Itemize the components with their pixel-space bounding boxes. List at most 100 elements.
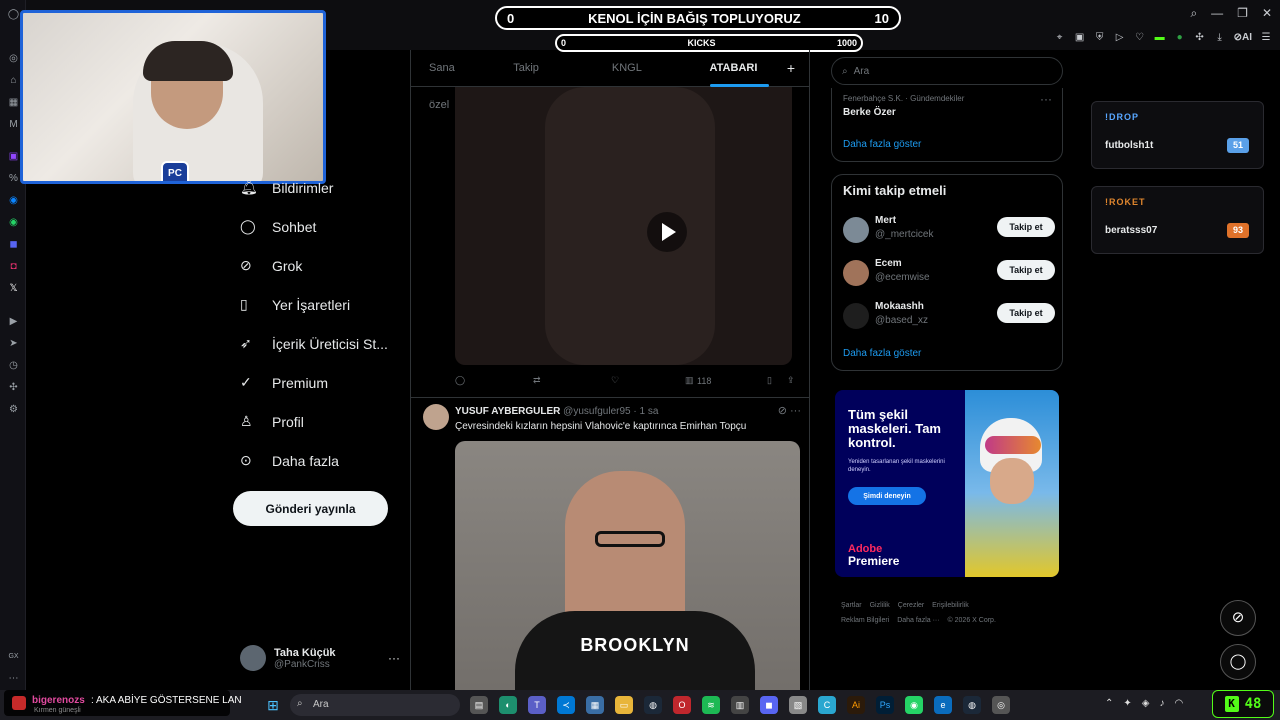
post-video[interactable]: BROOKLYN: [455, 441, 800, 720]
more-dots-icon[interactable]: ···: [790, 405, 801, 417]
play-icon[interactable]: [647, 212, 687, 252]
spotify-icon[interactable]: ≋: [702, 696, 720, 714]
nav-chat[interactable]: ◯ Sohbet: [232, 207, 402, 246]
nav-notifications[interactable]: 🔔︎ Bildirimler: [232, 168, 402, 207]
messenger-m-icon[interactable]: M: [7, 118, 20, 131]
discord-icon[interactable]: ◼: [7, 238, 20, 251]
puzzle-icon[interactable]: ✣: [1194, 32, 1206, 44]
minimize-icon[interactable]: —: [1211, 6, 1223, 21]
play-icon[interactable]: ▷: [1114, 32, 1126, 44]
show-more-link[interactable]: Daha fazla göster: [843, 348, 921, 359]
task-view-icon[interactable]: ▤: [470, 696, 488, 714]
taskbar-search[interactable]: Ara: [290, 694, 460, 716]
windows-start-icon[interactable]: ⊞: [265, 697, 281, 713]
tray-app-icon[interactable]: ◈: [1142, 698, 1150, 709]
photos-icon[interactable]: ▧: [789, 696, 807, 714]
download-icon[interactable]: ⤓: [1214, 32, 1226, 44]
ai-icon[interactable]: ⊘AI: [1234, 32, 1252, 44]
post-handle[interactable]: @yusufguler95: [563, 406, 630, 417]
app-icon[interactable]: C: [818, 696, 836, 714]
follow-suggestion[interactable]: Mokaashh @based_xz Takip et: [843, 301, 1055, 331]
opera-icon[interactable]: ◯: [7, 8, 20, 21]
grok-icon[interactable]: ⊘: [778, 405, 787, 417]
app-icon[interactable]: ▦: [586, 696, 604, 714]
microphone-icon[interactable]: ♪: [1159, 698, 1164, 709]
image-icon[interactable]: ▦: [7, 96, 20, 109]
steam-icon[interactable]: ◍: [963, 696, 981, 714]
vscode-icon[interactable]: ≺: [557, 696, 575, 714]
like-icon[interactable]: ♡: [611, 375, 685, 386]
edge-icon[interactable]: e: [934, 696, 952, 714]
extension-badge-icon[interactable]: ●: [1174, 32, 1186, 44]
footer-link[interactable]: Reklam Bilgileri: [841, 617, 889, 624]
more-dots-icon[interactable]: ···: [388, 651, 400, 665]
tab-for-you[interactable]: Sana özel: [411, 50, 495, 111]
footer-link[interactable]: Erişilebilirlik: [932, 602, 969, 609]
trend-title[interactable]: Berke Özer: [843, 107, 896, 118]
whatsapp-icon[interactable]: ◉: [7, 216, 20, 229]
heart-icon[interactable]: ♡: [1134, 32, 1146, 44]
nav-profile[interactable]: ♙ Profil: [232, 402, 402, 441]
ad-cta-button[interactable]: Şimdi deneyin: [848, 487, 926, 505]
promoted-ad[interactable]: Tüm şekil maskeleri. Tam kontrol. Yenide…: [835, 390, 1059, 577]
footer-link[interactable]: Şartlar: [841, 602, 862, 609]
tray-app-icon[interactable]: ✦: [1123, 698, 1131, 709]
footer-link[interactable]: Daha fazla ···: [897, 617, 939, 624]
messages-fab-icon[interactable]: ◯: [1220, 644, 1256, 680]
settings-icon[interactable]: ⚙: [7, 403, 20, 416]
grok-fab-icon[interactable]: ⊘: [1220, 600, 1256, 636]
app-icon[interactable]: ▥: [731, 696, 749, 714]
tab-atabari[interactable]: ATABARI ⌄: [692, 50, 787, 111]
post-button[interactable]: Gönderi yayınla: [233, 491, 388, 526]
views-icon[interactable]: ▥: [685, 375, 697, 386]
post-time[interactable]: · 1 sa: [633, 406, 658, 417]
illustrator-icon[interactable]: Ai: [847, 696, 865, 714]
search-input[interactable]: ⌕ Ara: [831, 57, 1063, 85]
bookmark-icon[interactable]: ▯: [767, 375, 787, 386]
follow-button[interactable]: Takip et: [997, 303, 1055, 323]
edge-dev-icon[interactable]: ◐: [499, 696, 517, 714]
post-author[interactable]: YUSUF AYBERGULER: [455, 406, 560, 417]
follow-button[interactable]: Takip et: [997, 217, 1055, 237]
repost-icon[interactable]: ⇄: [533, 375, 611, 386]
teams-icon[interactable]: T: [528, 696, 546, 714]
home-icon[interactable]: ⌂: [7, 74, 20, 87]
search-icon[interactable]: ⌕: [1190, 6, 1197, 21]
history-icon[interactable]: ◷: [7, 359, 20, 372]
show-more-link[interactable]: Daha fazla göster: [843, 139, 921, 150]
tab-kngl-social[interactable]: KNGL Social: [594, 50, 692, 111]
aria-icon[interactable]: ◎: [7, 52, 20, 65]
instagram-icon[interactable]: ◘: [7, 260, 20, 273]
nav-grok[interactable]: ⊘ Grok: [232, 246, 402, 285]
messenger-icon[interactable]: ◉: [7, 194, 20, 207]
shield-icon[interactable]: ⛨: [1094, 32, 1106, 44]
chevron-up-icon[interactable]: ⌃: [1105, 698, 1113, 709]
percent-icon[interactable]: %: [7, 172, 20, 185]
post-video[interactable]: [455, 87, 792, 365]
photoshop-icon[interactable]: Ps: [876, 696, 894, 714]
extensions-icon[interactable]: ✣: [7, 381, 20, 394]
whatsapp-icon[interactable]: ◉: [905, 696, 923, 714]
twitch-icon[interactable]: ▣: [7, 150, 20, 163]
extension-icon[interactable]: ▬: [1154, 32, 1166, 44]
avatar[interactable]: [423, 404, 449, 430]
pin-icon[interactable]: ⌖: [1054, 32, 1066, 44]
app-icon[interactable]: ◎: [992, 696, 1010, 714]
nav-bookmarks[interactable]: ▯ Yer İşaretleri: [232, 285, 402, 324]
account-switcher[interactable]: Taha Küçük @PankCriss ···: [240, 643, 400, 673]
reply-icon[interactable]: ◯: [455, 375, 533, 386]
x-icon[interactable]: 𝕏: [7, 282, 20, 295]
nav-more[interactable]: ⊙ Daha fazla: [232, 441, 402, 480]
nav-premium[interactable]: ✓ Premium: [232, 363, 402, 402]
nav-creator-studio[interactable]: ➶ İçerik Üreticisi St...: [232, 324, 402, 363]
player-icon[interactable]: ▶: [7, 315, 20, 328]
menu-icon[interactable]: ☰: [1260, 32, 1272, 44]
add-tab-icon[interactable]: +: [787, 60, 809, 76]
send-icon[interactable]: ➤: [7, 337, 20, 350]
follow-suggestion[interactable]: Mert @_mertcicek Takip et: [843, 215, 1055, 245]
follow-suggestion[interactable]: Ecem @ecemwise Takip et: [843, 258, 1055, 288]
snapshot-icon[interactable]: ▣: [1074, 32, 1086, 44]
more-dots-icon[interactable]: ···: [1040, 92, 1052, 106]
restore-icon[interactable]: ❐: [1237, 6, 1248, 21]
footer-link[interactable]: Gizlilik: [870, 602, 890, 609]
